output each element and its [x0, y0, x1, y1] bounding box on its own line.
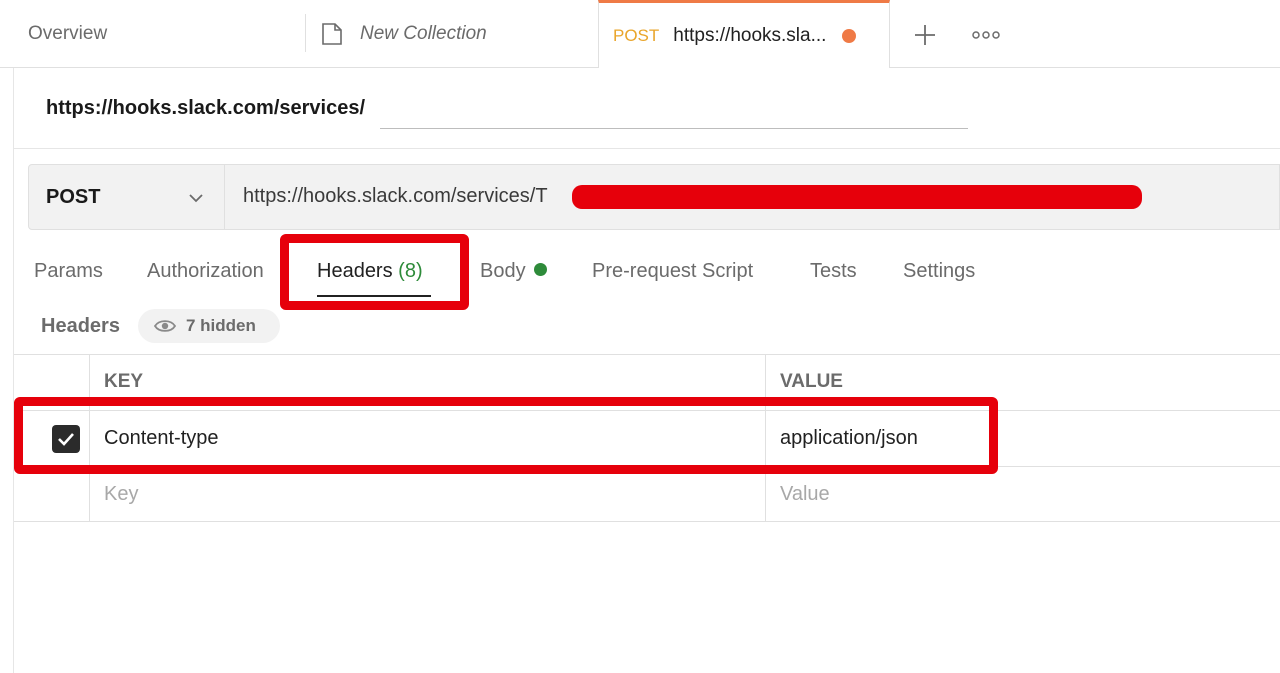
tab-authorization[interactable]: Authorization	[147, 260, 264, 283]
collection-document-icon	[322, 23, 342, 45]
tab-headers[interactable]: Headers (8)	[317, 260, 423, 283]
active-tab-underline	[317, 295, 431, 297]
row-value-cell[interactable]: application/json	[766, 411, 1280, 466]
redaction-mark	[572, 185, 1142, 209]
more-tabs-button[interactable]	[966, 22, 1006, 48]
tab-request-active[interactable]: POST https://hooks.sla...	[598, 0, 890, 68]
add-tab-button[interactable]	[906, 20, 944, 50]
row-key-cell[interactable]: Content-type	[90, 411, 766, 466]
row-check-cell	[14, 411, 90, 466]
value-column-header: VALUE	[766, 355, 1280, 410]
headers-section-label: Headers	[41, 315, 120, 337]
tab-body-label: Body	[480, 260, 526, 282]
unsaved-changes-dot	[842, 28, 857, 43]
key-column-header: KEY	[90, 355, 766, 410]
request-name-row: https://hooks.slack.com/services/	[14, 69, 1280, 149]
tab-headers-label: Headers	[317, 260, 393, 282]
eye-icon	[154, 320, 176, 332]
value-header: VALUE	[780, 371, 843, 392]
tab-new-collection[interactable]: New Collection	[306, 0, 598, 68]
request-subtabs: Params Authorization Headers (8) Body Pr…	[14, 244, 1280, 300]
tab-body[interactable]: Body	[480, 260, 547, 283]
hidden-headers-count: 7 hidden	[186, 316, 256, 335]
table-row: Content-type application/json	[14, 410, 1280, 466]
table-row-empty: Key Value	[14, 466, 1280, 522]
tab-bar: Overview New Collection POST https://hoo…	[0, 0, 1280, 68]
key-header: KEY	[104, 371, 144, 392]
headers-table: KEY VALUE Content-type application/json …	[14, 354, 1280, 523]
request-name-input[interactable]	[380, 93, 968, 129]
plus-icon	[915, 25, 935, 45]
hidden-headers-toggle[interactable]: 7 hidden	[138, 309, 280, 343]
empty-check-cell	[14, 467, 90, 521]
body-indicator-dot	[533, 263, 547, 276]
method-select[interactable]: POST	[29, 165, 225, 229]
row-value: application/json	[780, 427, 918, 449]
tab-pre-request-script[interactable]: Pre-request Script	[592, 260, 753, 283]
tab-request-method: POST	[613, 25, 660, 45]
value-placeholder: Value	[780, 483, 830, 505]
tab-params[interactable]: Params	[34, 260, 103, 283]
request-name[interactable]: https://hooks.slack.com/services/	[46, 97, 380, 120]
new-value-input[interactable]: Value	[766, 467, 1280, 521]
checkmark-icon	[58, 433, 74, 446]
tab-collection-label: New Collection	[360, 23, 487, 44]
tab-settings[interactable]: Settings	[903, 260, 975, 283]
tab-overview[interactable]: Overview	[14, 0, 306, 68]
new-key-input[interactable]: Key	[90, 467, 766, 521]
tab-headers-count: (8)	[398, 260, 423, 282]
row-key: Content-type	[104, 427, 219, 449]
header-check-column	[14, 355, 90, 410]
url-input[interactable]: https://hooks.slack.com/services/T	[243, 185, 548, 208]
method-select-value: POST	[46, 185, 101, 208]
left-gutter	[0, 0, 14, 673]
more-dots-icon	[972, 31, 1000, 39]
key-placeholder: Key	[104, 483, 139, 505]
table-header-row: KEY VALUE	[14, 354, 1280, 410]
chevron-down-icon	[189, 194, 203, 203]
tab-overview-label: Overview	[28, 23, 108, 44]
tab-tests[interactable]: Tests	[810, 260, 857, 283]
row-enabled-checkbox[interactable]	[52, 425, 80, 453]
tab-request-title: https://hooks.sla...	[673, 24, 827, 46]
